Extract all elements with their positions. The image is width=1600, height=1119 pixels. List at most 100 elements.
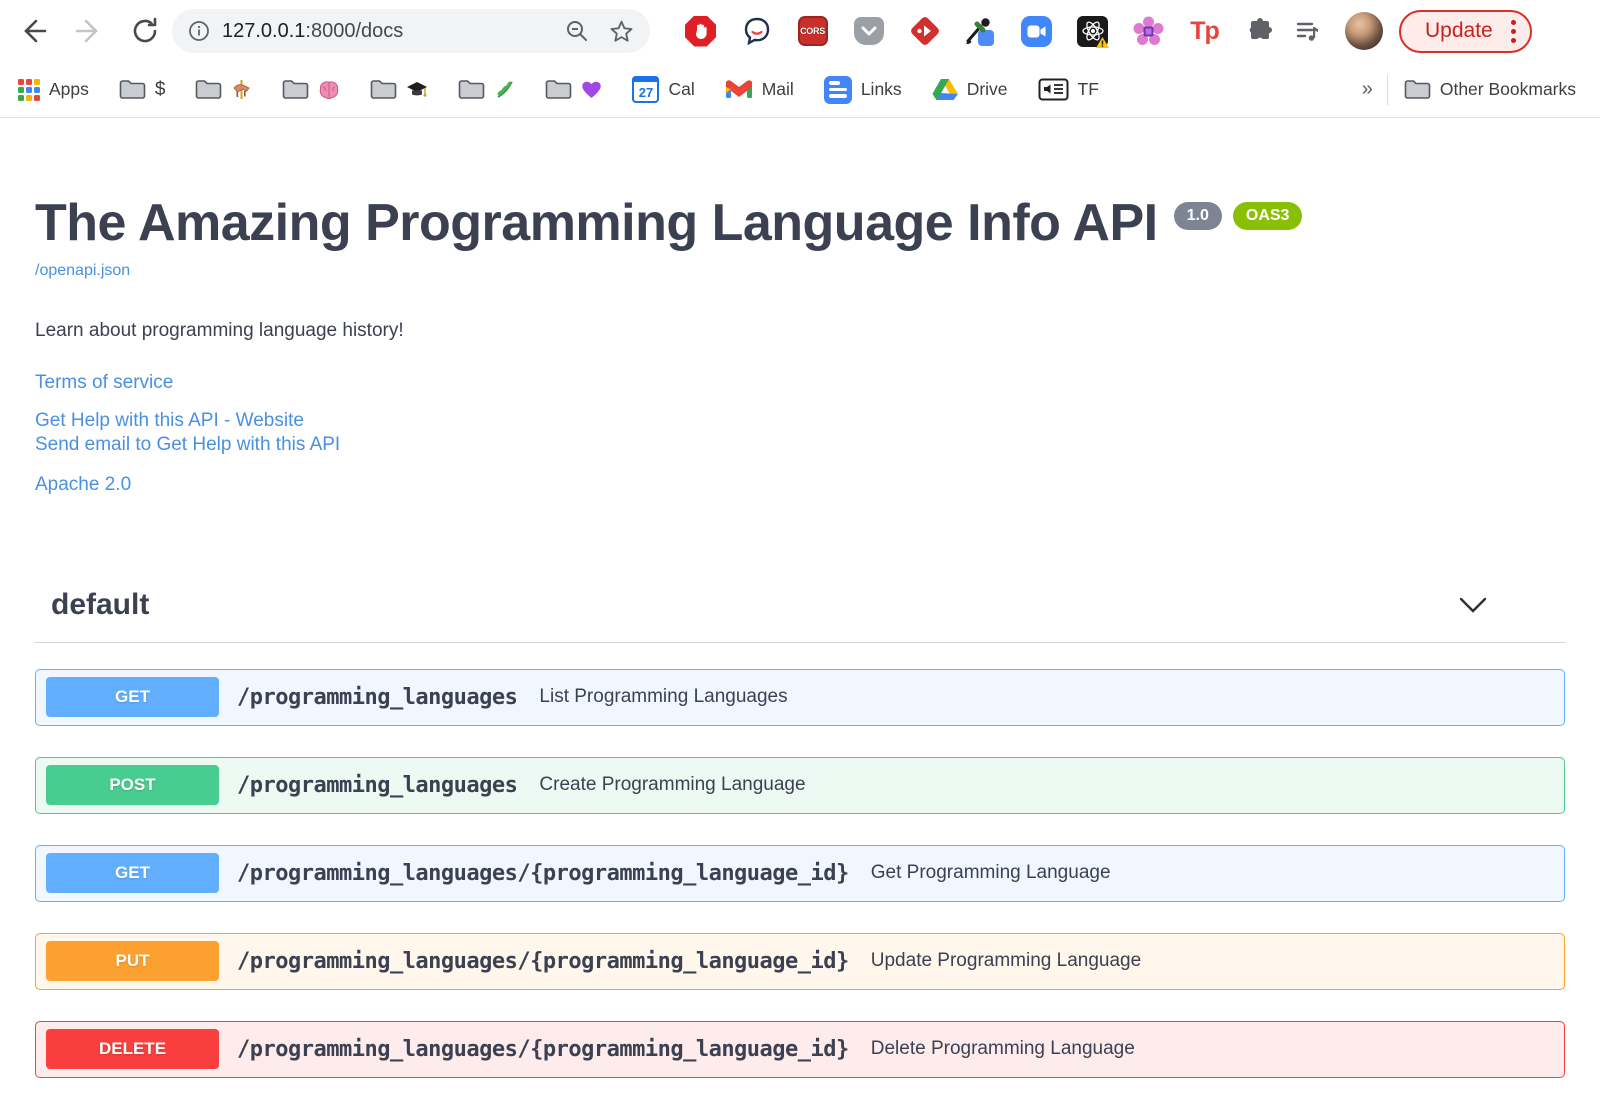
cors-extension-icon[interactable]: CORS (796, 15, 829, 48)
back-button[interactable] (16, 14, 50, 48)
help-website-link[interactable]: Get Help with this API - Website (35, 410, 1565, 432)
api-title: The Amazing Programming Language Info AP… (35, 194, 1158, 252)
folder-icon (196, 80, 222, 99)
bookmark-calendar-label: Cal (668, 79, 695, 99)
pocket-extension-icon[interactable] (852, 15, 885, 48)
other-bookmarks[interactable]: Other Bookmarks (1404, 79, 1576, 100)
bookmark-folder-herb[interactable] (458, 79, 515, 100)
bookmark-drive-label: Drive (966, 79, 1008, 99)
license-link[interactable]: Apache 2.0 (35, 474, 1565, 496)
method-badge: POST (46, 765, 219, 806)
browser-menu-icon[interactable] (1510, 19, 1516, 43)
chevron-down-icon[interactable] (1459, 597, 1487, 613)
media-controls-button[interactable] (1291, 14, 1325, 48)
folder-icon (546, 80, 572, 99)
folder-icon (459, 80, 485, 99)
chat-bubble-extension-icon[interactable] (740, 15, 773, 48)
endpoint-row-get-one[interactable]: GET /programming_languages/{programming_… (35, 844, 1565, 902)
apps-grid-icon (18, 78, 40, 101)
hand-icon (695, 23, 707, 39)
bookmark-folder-carousel[interactable] (195, 79, 252, 100)
bookmark-apps-label: Apps (49, 79, 89, 99)
endpoint-path: /programming_languages (237, 684, 518, 710)
update-label: Update (1425, 19, 1493, 42)
endpoint-row-post-create[interactable]: POST /programming_languages Create Progr… (35, 756, 1565, 814)
openapi-spec-link[interactable]: /openapi.json (35, 262, 130, 280)
bookmark-folder-gradcap[interactable] (370, 79, 428, 100)
terms-of-service-link[interactable]: Terms of service (35, 372, 1565, 394)
forward-icon (75, 19, 98, 43)
endpoint-path: /programming_languages/{programming_lang… (237, 1036, 849, 1062)
back-icon (24, 19, 47, 43)
help-email-link[interactable]: Send email to Get Help with this API (35, 434, 1565, 456)
bookmarks-divider (1386, 74, 1388, 105)
playlist-music-icon (1296, 22, 1318, 41)
method-badge: GET (46, 677, 219, 718)
folder-icon (283, 80, 309, 99)
adblock-extension-icon[interactable] (684, 15, 717, 48)
address-bar[interactable]: 127.0.0.1:8000/docs (172, 9, 650, 53)
colorpicker-extension-icon[interactable] (964, 15, 997, 48)
flower-extension-icon[interactable] (1132, 15, 1165, 48)
endpoint-row-put-update[interactable]: PUT /programming_languages/{programming_… (35, 932, 1565, 990)
forward-button[interactable] (72, 14, 106, 48)
purple-heart-icon (582, 81, 602, 98)
bookmark-folder-dollar[interactable]: $ (119, 79, 165, 101)
endpoint-summary: Delete Programming Language (870, 1038, 1135, 1060)
warning-icon (1096, 36, 1109, 48)
reload-button[interactable] (128, 14, 162, 48)
version-badge: 1.0 (1173, 202, 1222, 230)
bookmark-mail-label: Mail (761, 79, 794, 99)
bookmark-apps[interactable]: Apps (18, 78, 89, 101)
google-drive-icon (932, 79, 958, 101)
endpoint-row-get-list[interactable]: GET /programming_languages List Programm… (35, 668, 1565, 726)
bookmark-tf[interactable]: TF (1038, 78, 1099, 101)
reload-icon (133, 17, 157, 43)
endpoint-path: /programming_languages/{programming_lang… (237, 860, 849, 886)
bookmark-folder-purpleheart[interactable] (545, 79, 602, 100)
zoom-out-icon[interactable] (565, 19, 589, 43)
herb-icon (497, 81, 514, 98)
page-info-icon[interactable] (188, 20, 210, 42)
extensions-puzzle-button[interactable] (1243, 14, 1277, 48)
endpoint-summary: Update Programming Language (870, 950, 1142, 972)
update-button[interactable]: Update (1399, 9, 1532, 53)
api-description: Learn about programming language history… (35, 319, 404, 341)
endpoint-path: /programming_languages/{programming_lang… (237, 948, 849, 974)
bookmark-links-label: Links (860, 79, 902, 99)
bookmarks-bar: Apps $ 27 Cal Mail Links Drive TF » Othe… (0, 62, 1600, 118)
bookmark-calendar[interactable]: 27 Cal (632, 76, 695, 103)
react-devtools-extension-icon[interactable] (1076, 15, 1109, 48)
endpoint-path: /programming_languages (237, 772, 518, 798)
endpoint-row-delete[interactable]: DELETE /programming_languages/{programmi… (35, 1020, 1565, 1078)
method-badge: DELETE (46, 1029, 219, 1070)
bookmark-star-icon[interactable] (609, 19, 634, 44)
folder-icon (119, 80, 146, 99)
oas3-badge: OAS3 (1232, 202, 1303, 230)
zoom-extension-icon[interactable] (1020, 15, 1053, 48)
tp-extension-icon[interactable]: Tp (1188, 15, 1221, 48)
method-badge: GET (46, 853, 219, 894)
google-calendar-icon: 27 (632, 76, 660, 103)
tag-section-header[interactable]: default (35, 588, 1565, 643)
url-text[interactable]: 127.0.0.1:8000/docs (222, 20, 565, 43)
endpoint-summary: List Programming Languages (539, 686, 788, 708)
folder-icon (371, 80, 397, 99)
extensions-row: CORS Tp (684, 15, 1221, 48)
folder-icon (1404, 80, 1431, 99)
tag-section-title: default (51, 587, 150, 621)
puzzle-icon (1249, 18, 1272, 39)
profile-avatar[interactable] (1345, 12, 1383, 50)
red-arrow-extension-icon[interactable] (908, 15, 941, 48)
carousel-horse-icon (233, 80, 251, 99)
bookmark-folder-brain[interactable] (282, 79, 340, 100)
bookmarks-overflow-chevron[interactable]: » (1362, 78, 1373, 101)
other-bookmarks-label: Other Bookmarks (1439, 79, 1576, 99)
bookmark-drive[interactable]: Drive (932, 78, 1008, 101)
graduation-cap-icon (407, 81, 428, 97)
bookmark-mail[interactable]: Mail (725, 79, 794, 100)
bookmark-tf-label: TF (1077, 79, 1099, 99)
links-list-icon (823, 75, 852, 104)
bookmark-links[interactable]: Links (823, 75, 902, 104)
endpoint-summary: Get Programming Language (870, 862, 1111, 884)
